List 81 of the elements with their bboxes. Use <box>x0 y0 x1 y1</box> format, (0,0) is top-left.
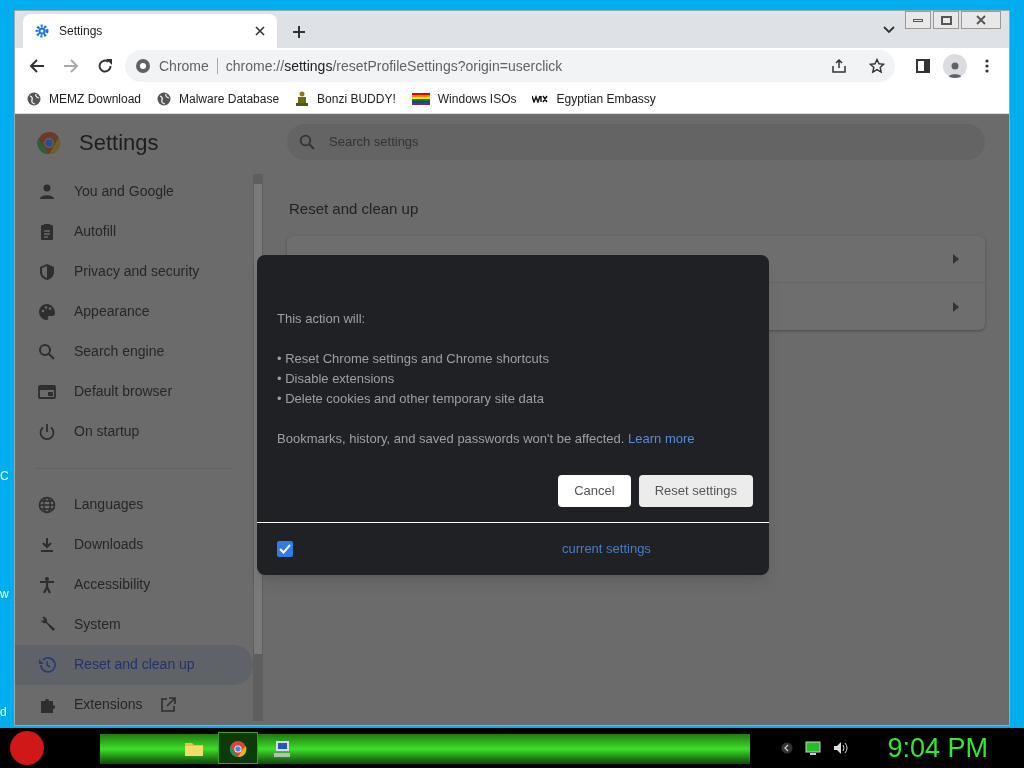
profile-avatar[interactable] <box>943 54 967 79</box>
gear-icon <box>35 23 49 38</box>
person-icon <box>38 183 56 201</box>
nav-item[interactable]: Search engine <box>15 332 253 372</box>
search-icon <box>299 134 315 150</box>
bullet-item: • Delete cookies and other temporary site data <box>277 390 545 408</box>
nav-item[interactable]: Downloads <box>15 525 253 565</box>
nav-item[interactable]: Default browser <box>15 372 253 412</box>
chevron-down-icon[interactable] <box>883 25 895 34</box>
menu-icon[interactable] <box>985 59 989 74</box>
nav-item[interactable]: Privacy and security <box>15 252 253 292</box>
desktop-icon-label: C <box>0 470 9 482</box>
palette-icon <box>38 303 56 321</box>
desktop-icon-label: d <box>0 706 8 718</box>
start-button[interactable] <box>10 731 44 765</box>
arrow-right-icon[interactable] <box>953 302 959 312</box>
back-arrow-icon[interactable] <box>29 58 45 75</box>
figure-icon <box>295 90 310 107</box>
nav-item[interactable]: Languages <box>15 485 253 525</box>
nav-item[interactable]: Extensions <box>15 685 253 725</box>
side-panel-icon[interactable] <box>916 59 930 74</box>
reload-icon[interactable] <box>97 58 113 75</box>
plus-icon[interactable] <box>292 24 306 39</box>
current-settings-link[interactable]: current settings <box>562 539 651 559</box>
close-icon[interactable] <box>255 25 265 36</box>
close-button[interactable] <box>961 11 1001 29</box>
settings-title: Settings <box>79 129 159 158</box>
taskbar-app[interactable] <box>218 732 258 764</box>
dialog-note: Bookmarks, history, and saved passwords won't be affected. <box>277 431 625 446</box>
wrench-icon <box>38 616 56 634</box>
power-icon <box>38 423 56 441</box>
bookmark[interactable]: Bonzi BUDDY! <box>295 89 396 108</box>
download-icon <box>38 536 56 554</box>
nav-item[interactable]: On startup <box>15 412 253 452</box>
chevron-left-icon[interactable] <box>781 742 794 754</box>
history-icon <box>38 656 56 674</box>
browser-tab[interactable]: Settings <box>23 13 277 48</box>
globe-icon <box>157 91 172 106</box>
nav-item[interactable]: Reset and clean up <box>15 645 253 685</box>
share-icon[interactable] <box>831 58 847 75</box>
chrome-site-icon <box>135 58 151 75</box>
bookmark[interactable]: Malware Database <box>157 89 280 108</box>
speaker-icon[interactable] <box>833 741 850 755</box>
site-label: Chrome <box>159 56 209 76</box>
desktop-icon-label: w <box>0 588 9 600</box>
cancel-button[interactable]: Cancel <box>558 475 631 507</box>
nav-item[interactable]: Appearance <box>15 292 253 332</box>
shield-icon <box>38 263 56 281</box>
rainbow-flag-icon <box>411 91 430 106</box>
search-icon <box>38 343 56 361</box>
minimize-button[interactable] <box>905 11 931 29</box>
checkbox[interactable] <box>277 541 293 557</box>
maximize-button[interactable] <box>933 11 959 29</box>
globe-icon <box>38 496 56 514</box>
clock: 9:04 PM <box>887 731 988 765</box>
bookmark[interactable]: MEMZ Download <box>27 89 142 108</box>
bookmark[interactable]: Egyptian Embassy <box>532 89 656 108</box>
section-title: Reset and clean up <box>289 199 420 219</box>
bullet-item: • Reset Chrome settings and Chrome shortcuts <box>277 350 550 368</box>
bullet-item: • Disable extensions <box>277 370 396 388</box>
dialog-text: This action will: <box>277 310 367 328</box>
accessibility-icon <box>38 576 56 594</box>
learn-more-link[interactable]: Learn more <box>628 431 695 446</box>
nav-item[interactable]: System <box>15 605 253 645</box>
nav-item[interactable]: You and Google <box>15 172 253 212</box>
url-text: chrome://settings/resetProfileSettings?origin=userclick <box>225 56 563 76</box>
monitor-icon[interactable] <box>805 741 822 755</box>
nav-item[interactable]: Autofill <box>15 212 253 252</box>
clipboard-icon <box>38 223 56 241</box>
bookmark[interactable]: Windows ISOs <box>411 89 517 108</box>
star-icon[interactable] <box>869 58 885 75</box>
reset-settings-button[interactable]: Reset settings <box>638 475 753 507</box>
address-bar[interactable]: Chrome chrome://settings/resetProfileSettings?origin=userclick <box>125 50 895 83</box>
browser-window-icon <box>38 383 56 401</box>
globe-icon <box>27 91 41 106</box>
nav-item[interactable]: Accessibility <box>15 565 253 605</box>
puzzle-icon <box>38 696 56 714</box>
chrome-logo <box>37 131 61 155</box>
wix-logo-icon <box>532 94 549 103</box>
close-icon <box>976 15 986 25</box>
arrow-right-icon[interactable] <box>953 254 959 265</box>
